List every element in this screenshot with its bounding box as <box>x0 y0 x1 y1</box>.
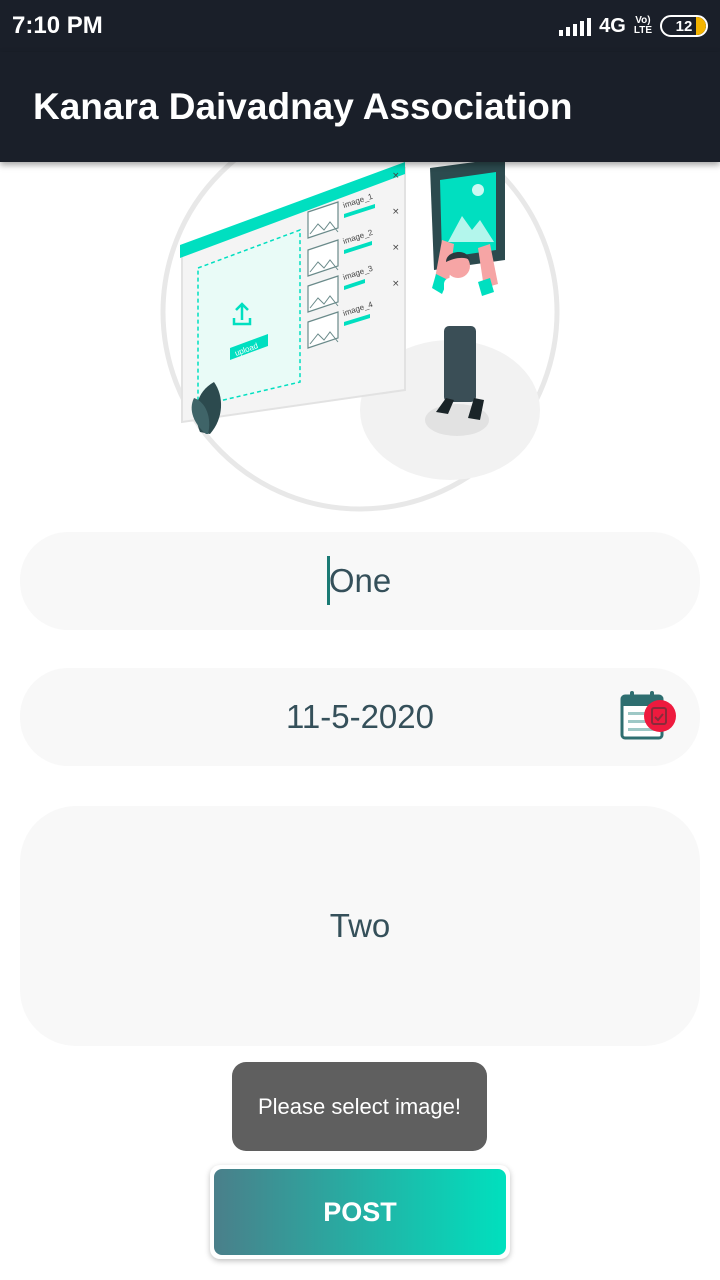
title-input-value: One <box>328 562 392 599</box>
post-button-label: POST <box>214 1169 506 1255</box>
title-input[interactable]: One <box>20 532 700 630</box>
volte-bottom: LTE <box>633 25 652 36</box>
network-type: 4G <box>599 14 626 37</box>
status-time: 7:10 PM <box>12 12 103 39</box>
app-title: Kanara Daivadnay Association <box>33 86 573 127</box>
status-icons: 4G Vo) LTE 12 <box>559 12 708 40</box>
svg-text:×: × <box>392 243 400 253</box>
svg-text:×: × <box>392 207 400 217</box>
date-field-value: 11-5-2020 <box>285 698 434 735</box>
upload-illustration[interactable]: upload image_1 image_2 image_3 image_4 × <box>160 110 560 512</box>
calendar-icon[interactable] <box>620 690 678 742</box>
svg-text:×: × <box>392 279 400 289</box>
post-button[interactable]: POST <box>210 1165 510 1259</box>
battery-icon: 12 <box>660 15 708 37</box>
svg-text:×: × <box>392 171 400 181</box>
description-input-value: Two <box>329 907 391 944</box>
battery-level: 12 <box>675 17 693 35</box>
text-cursor <box>327 556 330 605</box>
volte-icon: Vo) LTE <box>634 16 652 36</box>
app-bar: Kanara Daivadnay Association <box>0 52 720 162</box>
toast-message: Please select image! <box>232 1062 487 1151</box>
signal-icon <box>559 16 592 36</box>
description-input[interactable]: Two <box>20 806 700 1046</box>
date-field[interactable]: 11-5-2020 <box>20 668 700 766</box>
status-bar: 7:10 PM 4G Vo) LTE 12 <box>0 0 720 52</box>
